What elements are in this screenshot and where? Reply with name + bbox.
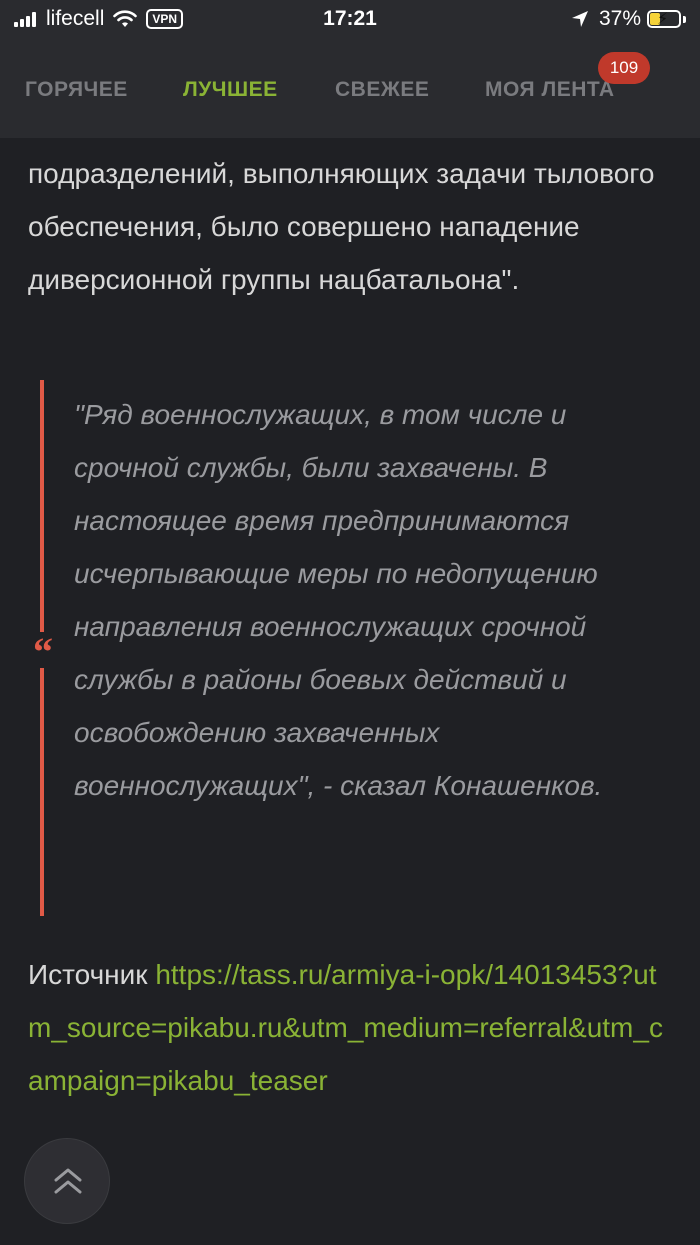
charging-bolt-icon: ⚡ — [657, 11, 669, 28]
battery-percent: 37% — [598, 7, 641, 30]
location-arrow-icon — [571, 11, 588, 27]
status-right: 37% ⚡ — [571, 7, 686, 31]
source-label: Источник — [28, 959, 148, 990]
tab-my-feed[interactable]: МОЯ ЛЕНТА — [485, 78, 615, 102]
tab-hot[interactable]: ГОРЯЧЕЕ — [25, 78, 128, 102]
article-paragraph: подразделений, выполняющих задачи тылово… — [28, 158, 655, 295]
article-content: подразделений, выполняющих задачи тылово… — [28, 147, 678, 306]
feed-count-badge: 109 — [598, 52, 650, 84]
nav-tabs: ГОРЯЧЕЕ ЛУЧШЕЕ СВЕЖЕЕ МОЯ ЛЕНТА 109 — [0, 38, 700, 138]
quote-text: "Ряд военнослужащих, в том числе и срочн… — [74, 399, 603, 801]
scroll-to-top-button[interactable] — [24, 1138, 110, 1224]
tab-best[interactable]: ЛУЧШЕЕ — [183, 78, 278, 102]
double-chevron-up-icon — [54, 1168, 82, 1194]
status-bar: lifecell VPN 17:21 37% ⚡ — [0, 0, 700, 38]
tab-fresh[interactable]: СВЕЖЕЕ — [335, 78, 429, 102]
quote-mark-icon: “ — [29, 632, 57, 672]
battery-tip — [683, 15, 686, 23]
battery-icon: ⚡ — [647, 10, 681, 28]
source-line: Источник https://tass.ru/armiya-i-opk/14… — [28, 948, 678, 1107]
